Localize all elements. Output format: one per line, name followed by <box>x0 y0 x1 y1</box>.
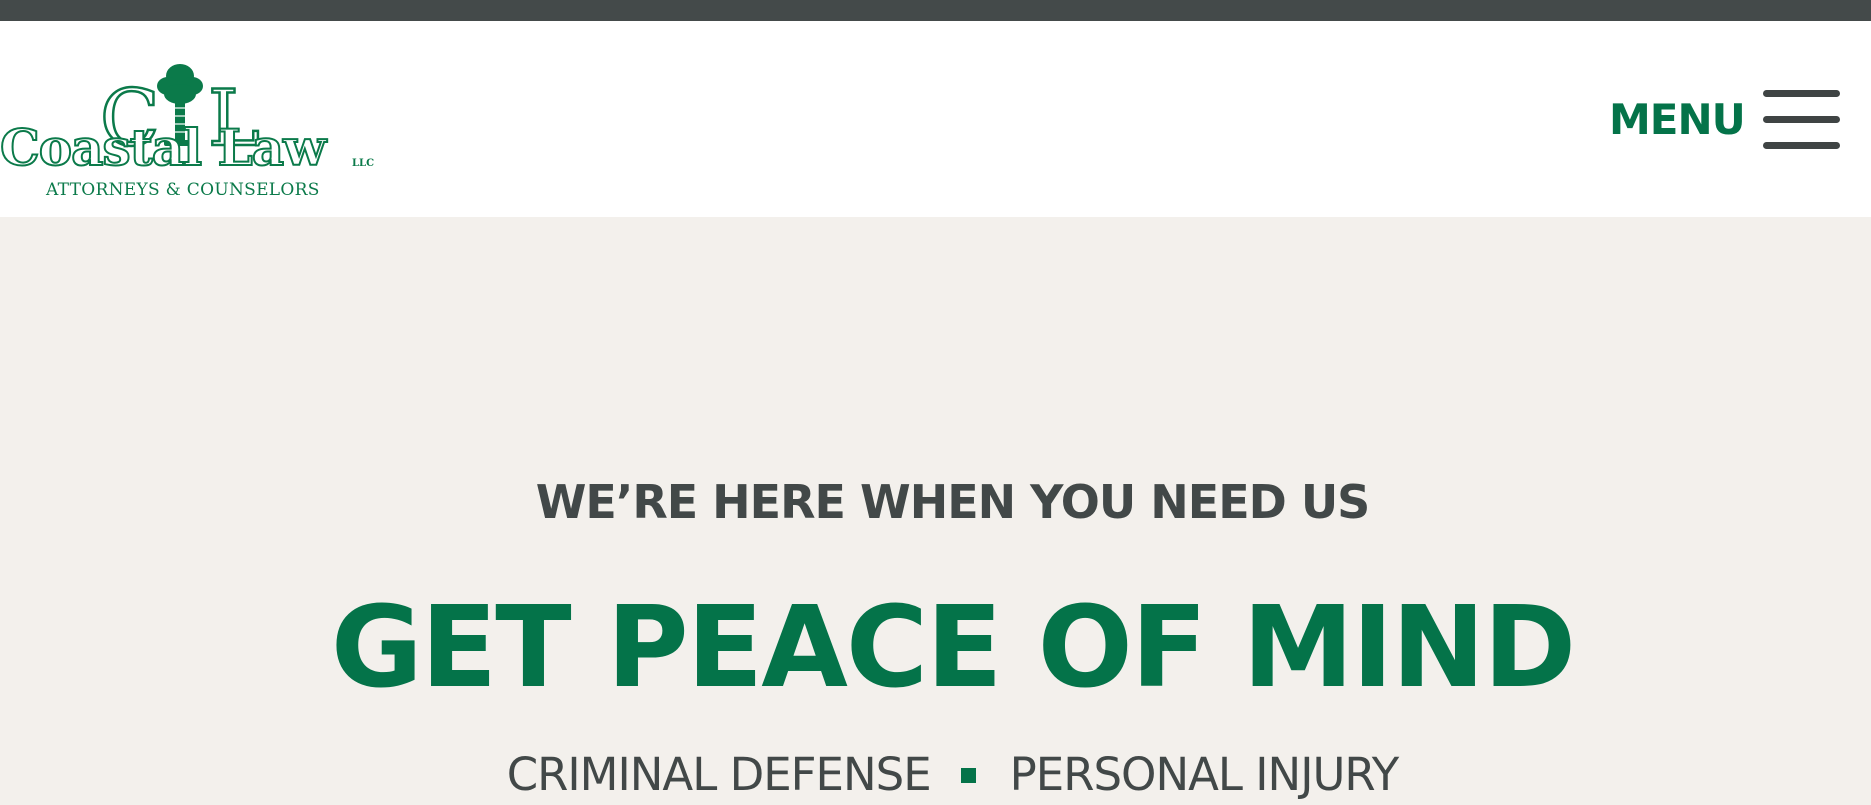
menu-label: MENU <box>1609 95 1746 144</box>
logo-brand-name: Coastal Law <box>0 118 327 177</box>
square-bullet-icon <box>960 767 976 783</box>
top-bar <box>0 0 1871 21</box>
practice-area-criminal-defense: CRIMINAL DEFENSE <box>506 748 932 801</box>
logo-tagline: ATTORNEYS & COUNSELORS <box>46 180 320 200</box>
practice-area-personal-injury: PERSONAL INJURY <box>1009 748 1400 801</box>
hero-kicker: WE’RE HERE WHEN YOU NEED US <box>535 475 1371 529</box>
site-logo[interactable]: C L Coastal Law LLC ATTORNEYS & COUNSELO… <box>0 40 375 205</box>
hamburger-icon[interactable] <box>1763 90 1840 150</box>
hero-headline: GET PEACE OF MIND <box>330 583 1576 713</box>
menu-button[interactable]: MENU <box>1600 90 1850 150</box>
practice-areas: CRIMINAL DEFENSE PERSONAL INJURY <box>0 745 1871 805</box>
logo-suffix: LLC <box>352 158 375 169</box>
